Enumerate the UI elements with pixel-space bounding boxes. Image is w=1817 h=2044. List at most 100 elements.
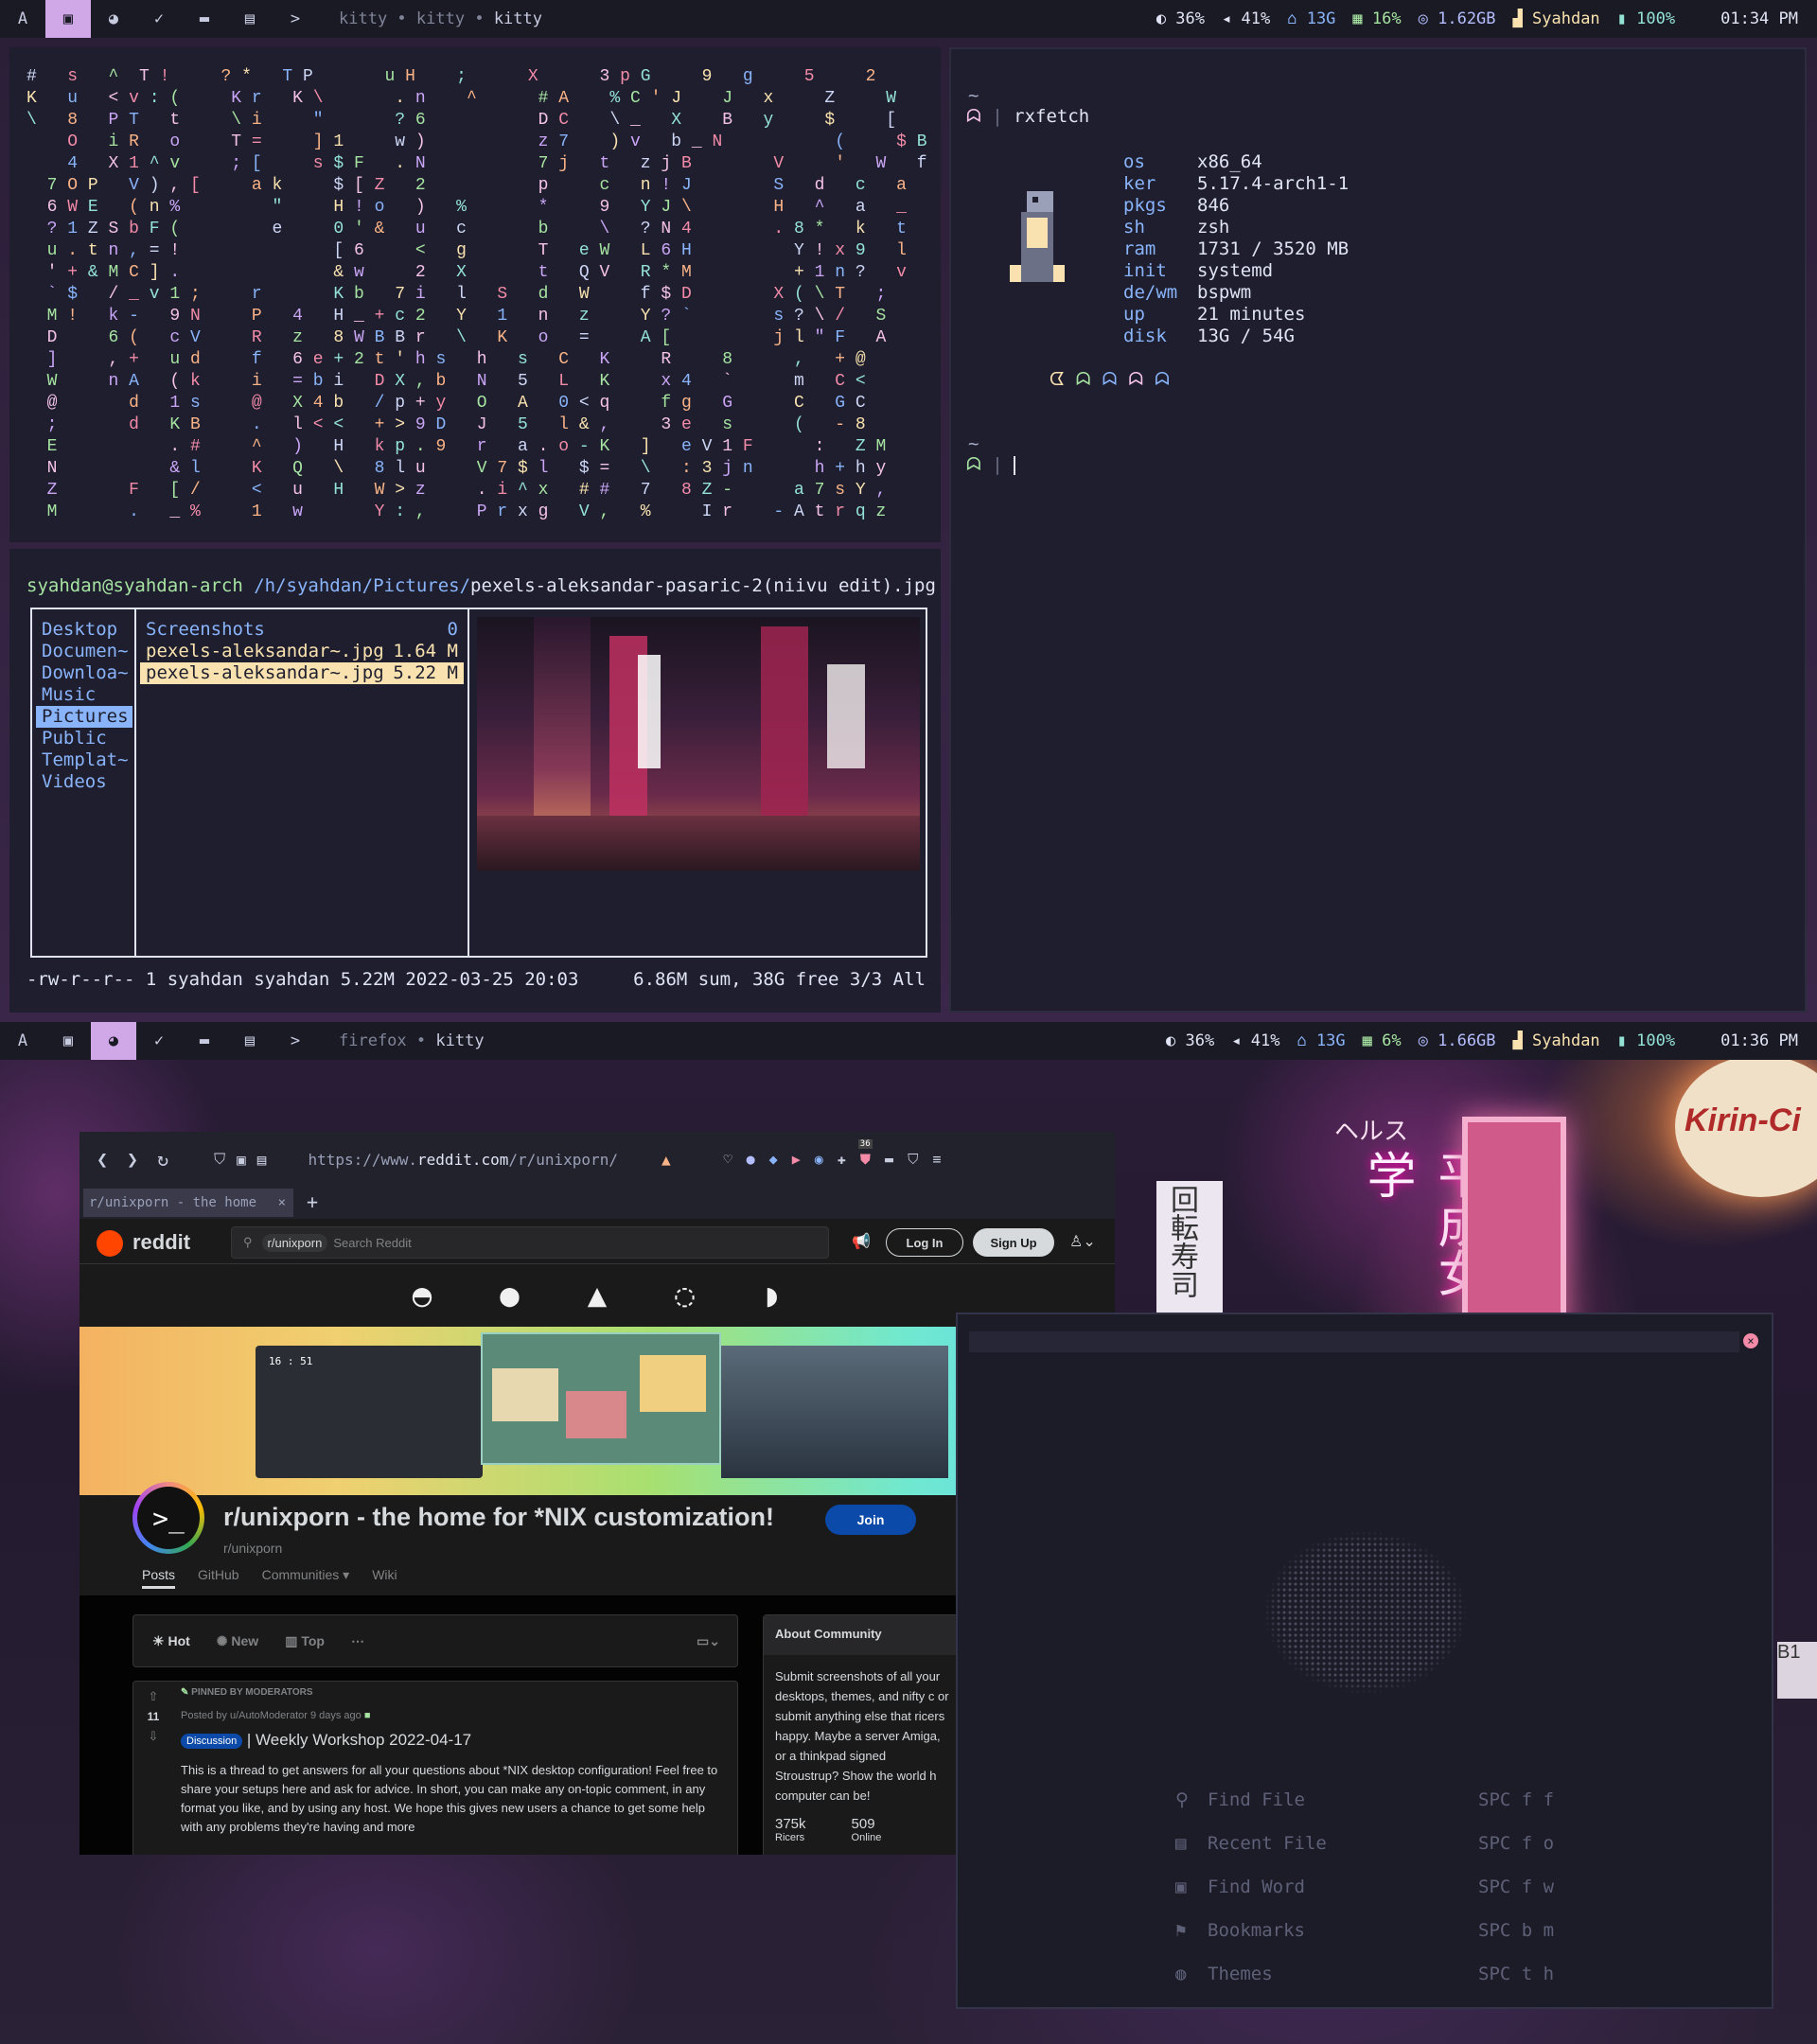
dashboard-item[interactable]: ▣ Find Word SPC f w xyxy=(1175,1865,1573,1909)
bottom-status-bar: A ▣ ◕ ✓ ▬ ▤ > firefox • kitty ◐ 36% ◂ 41… xyxy=(0,1022,1817,1060)
neon-sign-right: B1 xyxy=(1777,1642,1817,1699)
ranger-file-item[interactable]: pexels-aleksandar~.jpg 5.22 M xyxy=(140,662,464,684)
translate-icon[interactable]: ◆ xyxy=(769,1151,778,1168)
workspace-folder[interactable]: ▬ xyxy=(182,0,227,38)
workspace-arch[interactable]: A xyxy=(0,0,45,38)
matrix-terminal[interactable]: # s ^ T ! ? * T P u H ; X 3 p G 9 g 5 2 K… xyxy=(9,47,941,542)
pinned-post[interactable]: ⇧ 11 ⇩ ✎ PINNED BY MODERATORS Posted by … xyxy=(132,1681,738,1855)
ranger-file-item[interactable]: Screenshots 0 xyxy=(140,619,464,641)
url-bar[interactable]: https://www.reddit.com/r/unixporn/ xyxy=(308,1151,618,1169)
nav-communities[interactable]: Communities ▾ xyxy=(262,1567,350,1589)
darkreader-icon[interactable]: ◉ xyxy=(815,1151,823,1168)
workspace-browser[interactable]: ◕ xyxy=(91,0,136,38)
matrix-line: ? 1 Z S b F ( e 0 ' & u c b \ ? N 4 . 8 … xyxy=(46,220,907,238)
nav-github[interactable]: GitHub xyxy=(198,1567,239,1589)
ranger-dir-item[interactable]: Pictures xyxy=(36,706,132,728)
advertise-icon[interactable]: 📢 xyxy=(852,1232,871,1251)
reader-icon[interactable]: ▤ xyxy=(257,1151,267,1169)
apple-icon[interactable]: ● xyxy=(500,1277,519,1314)
user-menu-icon[interactable]: ♙⌄ xyxy=(1069,1232,1096,1251)
ranger-dir-item[interactable]: Music xyxy=(36,684,132,706)
arch-icon[interactable]: ▲ xyxy=(588,1277,607,1314)
dashboard-item[interactable]: ⚑ Bookmarks SPC b m xyxy=(1175,1909,1573,1952)
reddit-search[interactable]: ⚲ r/unixporn Search Reddit xyxy=(231,1226,829,1259)
flair-badge[interactable]: Discussion xyxy=(181,1733,243,1749)
memory-indicator: ◎ 1.62GB xyxy=(1418,9,1496,28)
downvote-icon[interactable]: ⇩ xyxy=(143,1729,164,1744)
ranger-dir-item[interactable]: Documen~ xyxy=(36,641,132,662)
prompt-line-2[interactable]: ᗣ | xyxy=(966,454,1016,475)
banner-screenshot-3 xyxy=(721,1346,948,1478)
dashboard-icon: ⚲ xyxy=(1175,1789,1189,1810)
workspace-docs[interactable]: ▤ xyxy=(227,1022,273,1060)
debian-icon[interactable]: ◌ xyxy=(675,1277,694,1314)
close-icon[interactable]: × xyxy=(1743,1333,1758,1348)
youtube-icon[interactable]: ▶ xyxy=(792,1151,801,1168)
sort-hot[interactable]: ☀ Hot xyxy=(152,1633,190,1649)
ranger-file-item[interactable]: pexels-aleksandar~.jpg 1.64 M xyxy=(140,641,464,662)
neon-sign-kirin: Kirin-Ci xyxy=(1675,1055,1817,1197)
post-meta: Posted by u/AutoModerator 9 days ago ■ xyxy=(181,1710,371,1721)
workspace-arch[interactable]: A xyxy=(0,1022,45,1060)
join-button[interactable]: Join xyxy=(825,1505,916,1535)
dashboard-key: SPC f o xyxy=(1478,1833,1555,1854)
dashboard-item[interactable]: ◍ Themes SPC t h xyxy=(1175,1952,1573,1996)
layout-toggle-icon[interactable]: ▭⌄ xyxy=(697,1633,737,1649)
shield-icon[interactable]: ⛉ xyxy=(214,1150,225,1169)
post-title[interactable]: Discussion | Weekly Workshop 2022-04-17 xyxy=(181,1731,471,1750)
forward-icon[interactable]: ❯ xyxy=(127,1148,138,1171)
matrix-line: D 6 ( c V R z 8 W B B r \ K o = A [ j l … xyxy=(46,328,887,347)
nav-posts[interactable]: Posts xyxy=(142,1567,176,1589)
reload-icon[interactable]: ↻ xyxy=(157,1148,168,1171)
sort-top[interactable]: ▥ Top xyxy=(285,1633,325,1649)
reddit-wordmark[interactable]: reddit xyxy=(132,1230,190,1255)
dashboard-label: Find Word xyxy=(1208,1877,1305,1897)
system-info-list: os x86_64 ker 5.17.4-arch1-1 pkgs 846 sh zsh ram… xyxy=(1123,151,1349,347)
stylus-icon[interactable]: ● xyxy=(747,1151,755,1168)
back-icon[interactable]: ❮ xyxy=(97,1148,108,1171)
doom-emacs-window[interactable]: × ⚲ Find File SPC f f ▤ Recent File SPC f o ▣ F… xyxy=(956,1313,1773,2009)
ranger-dir-item[interactable]: Videos xyxy=(36,771,132,793)
new-tab-button[interactable]: + xyxy=(307,1190,318,1213)
firefox-toolbar: ❮ ❯ ↻ ⛉ ▣ ▤ https://www.reddit.com/r/uni… xyxy=(79,1132,1115,1187)
workspace-editor[interactable]: ✓ xyxy=(136,1022,182,1060)
tab-unixporn[interactable]: r/unixporn - the home × xyxy=(83,1189,293,1217)
ranger-dir-item[interactable]: Public xyxy=(36,728,132,749)
ranger-dir-item[interactable]: Desktop xyxy=(36,619,132,641)
rxfetch-terminal[interactable]: ~ ᗣ | rxfetch os x86_64 ker 5.17.4-arch1-1 p… xyxy=(949,47,1807,1013)
top-status-bar: A ▣ ◕ ✓ ▬ ▤ > kitty • kitty • kitty ◐ 36… xyxy=(0,0,1817,38)
arch-icon[interactable]: ▲ xyxy=(662,1151,671,1169)
gamepad-icon[interactable]: ✚ xyxy=(838,1151,846,1168)
sysinfo-row: ram 1731 / 3520 MB xyxy=(1123,238,1349,260)
workspace-docs[interactable]: ▤ xyxy=(227,0,273,38)
workspace-folder[interactable]: ▬ xyxy=(182,1022,227,1060)
sort-more[interactable]: ⋯ xyxy=(351,1633,364,1649)
nav-wiki[interactable]: Wiki xyxy=(372,1567,397,1589)
signup-button[interactable]: Sign Up xyxy=(973,1228,1054,1257)
gnu-icon[interactable]: ◗ xyxy=(763,1277,782,1314)
login-button[interactable]: Log In xyxy=(886,1228,963,1257)
ranger-dir-item[interactable]: Templat~ xyxy=(36,749,132,771)
pocket-icon[interactable]: ♡ xyxy=(724,1151,732,1168)
sort-new[interactable]: ✺ New xyxy=(217,1633,258,1649)
workspace-editor[interactable]: ✓ xyxy=(136,0,182,38)
reddit-logo-icon[interactable] xyxy=(97,1230,123,1257)
ranger-dir-item[interactable]: Downloa~ xyxy=(36,662,132,684)
workspace-terminal[interactable]: ▣ xyxy=(45,1022,91,1060)
dashboard-item[interactable]: ▤ Recent File SPC f o xyxy=(1175,1822,1573,1865)
workspace-browser[interactable]: ◕ xyxy=(91,1022,136,1060)
bitwarden-icon[interactable]: ⛉ xyxy=(908,1151,918,1168)
workspace-shell[interactable]: > xyxy=(273,0,318,38)
ranger-terminal[interactable]: syahdan@syahdan-arch /h/syahdan/Pictures… xyxy=(9,549,941,1013)
bsd-icon[interactable]: ◓ xyxy=(413,1277,432,1314)
tab-close-icon[interactable]: × xyxy=(278,1195,293,1210)
workspace-shell[interactable]: > xyxy=(273,1022,318,1060)
workspace-terminal[interactable]: ▣ xyxy=(45,0,91,38)
dashboard-item[interactable]: ⚲ Find File SPC f f xyxy=(1175,1778,1573,1822)
doom-ascii-logo xyxy=(1191,1485,1541,1740)
upvote-icon[interactable]: ⇧ xyxy=(143,1689,164,1704)
folder-icon[interactable]: ▬ xyxy=(885,1151,893,1168)
menu-icon[interactable]: ≡ xyxy=(932,1151,941,1168)
ublock-icon[interactable]: ⛊ 36 xyxy=(857,1139,873,1168)
search-sub-chip[interactable]: r/unixporn xyxy=(261,1233,328,1252)
